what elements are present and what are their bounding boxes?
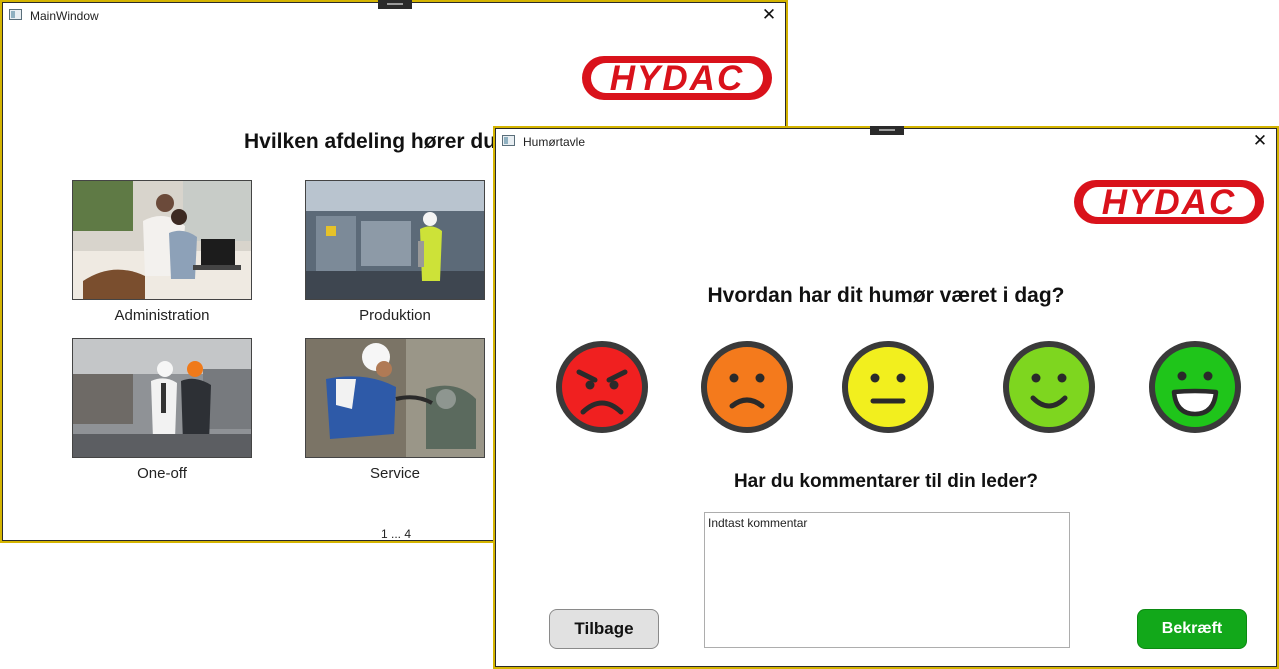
window-app-icon [502,135,515,146]
department-question: Hvilken afdeling hører du til? [244,130,534,153]
department-card-one-off[interactable]: One-off [72,338,252,482]
office-photo [72,180,252,300]
sad-face-icon[interactable] [700,340,794,434]
technician-photo [305,338,485,458]
mood-question: Hvordan har dit humør været i dag? [707,284,1065,307]
window-title: MainWindow [30,9,99,23]
main-window-titlebar[interactable]: MainWindow ✕ [2,2,786,30]
window-title: Humørtavle [523,135,586,149]
neutral-face-icon[interactable] [841,340,935,434]
confirm-button[interactable]: Bekræft [1137,609,1247,649]
factory-photo [305,180,485,300]
happy-face-icon[interactable] [1002,340,1096,434]
department-card-produktion[interactable]: Produktion [305,180,485,324]
department-card-service[interactable]: Service [305,338,485,482]
close-icon[interactable]: ✕ [760,6,778,24]
department-label: Produktion [359,307,431,324]
very-happy-face-icon[interactable] [1148,340,1242,434]
mood-window: Humørtavle ✕ HYDAC Hvordan har dit humør… [493,126,1279,669]
hydac-logo-text: HYDAC [1083,185,1255,220]
department-label: Service [369,465,421,482]
department-label: One-off [137,465,187,482]
workshop-photo [72,338,252,458]
window-app-icon [9,9,22,20]
comment-question: Har du kommentarer til din leder? [733,471,1039,492]
mood-window-titlebar[interactable]: Humørtavle ✕ [495,128,1277,156]
department-card-administration[interactable]: Administration [72,180,252,324]
page-indicator: 1 ... 4 [381,527,412,541]
hydac-logo: HYDAC [1074,180,1264,224]
angry-face-icon[interactable] [555,340,649,434]
department-label: Administration [114,307,210,324]
back-button[interactable]: Tilbage [549,609,659,649]
close-icon[interactable]: ✕ [1251,132,1269,150]
comment-field[interactable]: Indtast kommentar [704,512,1070,648]
hydac-logo-text: HYDAC [591,61,763,96]
hydac-logo: HYDAC [582,56,772,100]
